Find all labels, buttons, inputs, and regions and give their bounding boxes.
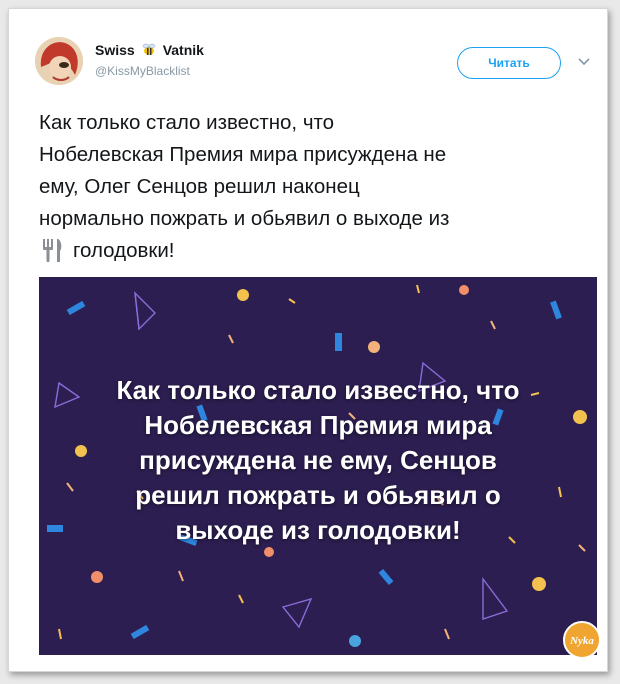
tweet-line: ему, Олег Сенцов решил наконец: [39, 175, 360, 198]
tweet-line: Нобелевская Премия мира присуждена не: [39, 143, 447, 166]
avatar[interactable]: [35, 37, 83, 85]
author-name[interactable]: Swiss Vatnik: [95, 42, 204, 58]
avatar-portrait-icon: [35, 37, 83, 85]
bee-emoji-icon: [142, 43, 155, 55]
follow-button[interactable]: Читать: [457, 47, 561, 79]
tweet-card: Swiss Vatnik @KissMyBlacklist Читать Как…: [8, 8, 608, 672]
author-name-right: Vatnik: [162, 42, 204, 58]
media-caption-line: присуждена не ему, Сенцов: [139, 445, 497, 475]
author-handle[interactable]: @KissMyBlacklist: [95, 64, 190, 78]
tweet-line: нормально пожрать и обьявил о выходе из: [39, 207, 450, 230]
media-caption-line: решил пожрать и обьявил о: [135, 480, 501, 510]
tweet-line: голодовки!: [73, 239, 175, 262]
media-caption-line: Нобелевская Премия мира: [144, 410, 492, 440]
media-caption-line: выходе из голодовки!: [175, 515, 461, 545]
author-name-left: Swiss: [95, 42, 135, 58]
tweet-text: Как только стало известно, что Нобелевск…: [39, 107, 595, 267]
svg-text:Nyka: Nyka: [569, 635, 594, 647]
tweet-line-last: голодовки!: [39, 235, 595, 267]
media-caption: Как только стало известно, что Нобелевск…: [39, 373, 597, 548]
fork-and-knife-icon: [43, 239, 62, 262]
media-caption-line: Как только стало известно, что: [116, 375, 520, 405]
chevron-down-icon[interactable]: [577, 57, 591, 67]
tweet-media-image[interactable]: Как только стало известно, что Нобелевск…: [39, 277, 597, 655]
nyka-watermark-logo: Nyka: [563, 621, 601, 659]
tweet-line: Как только стало известно, что: [39, 111, 335, 134]
